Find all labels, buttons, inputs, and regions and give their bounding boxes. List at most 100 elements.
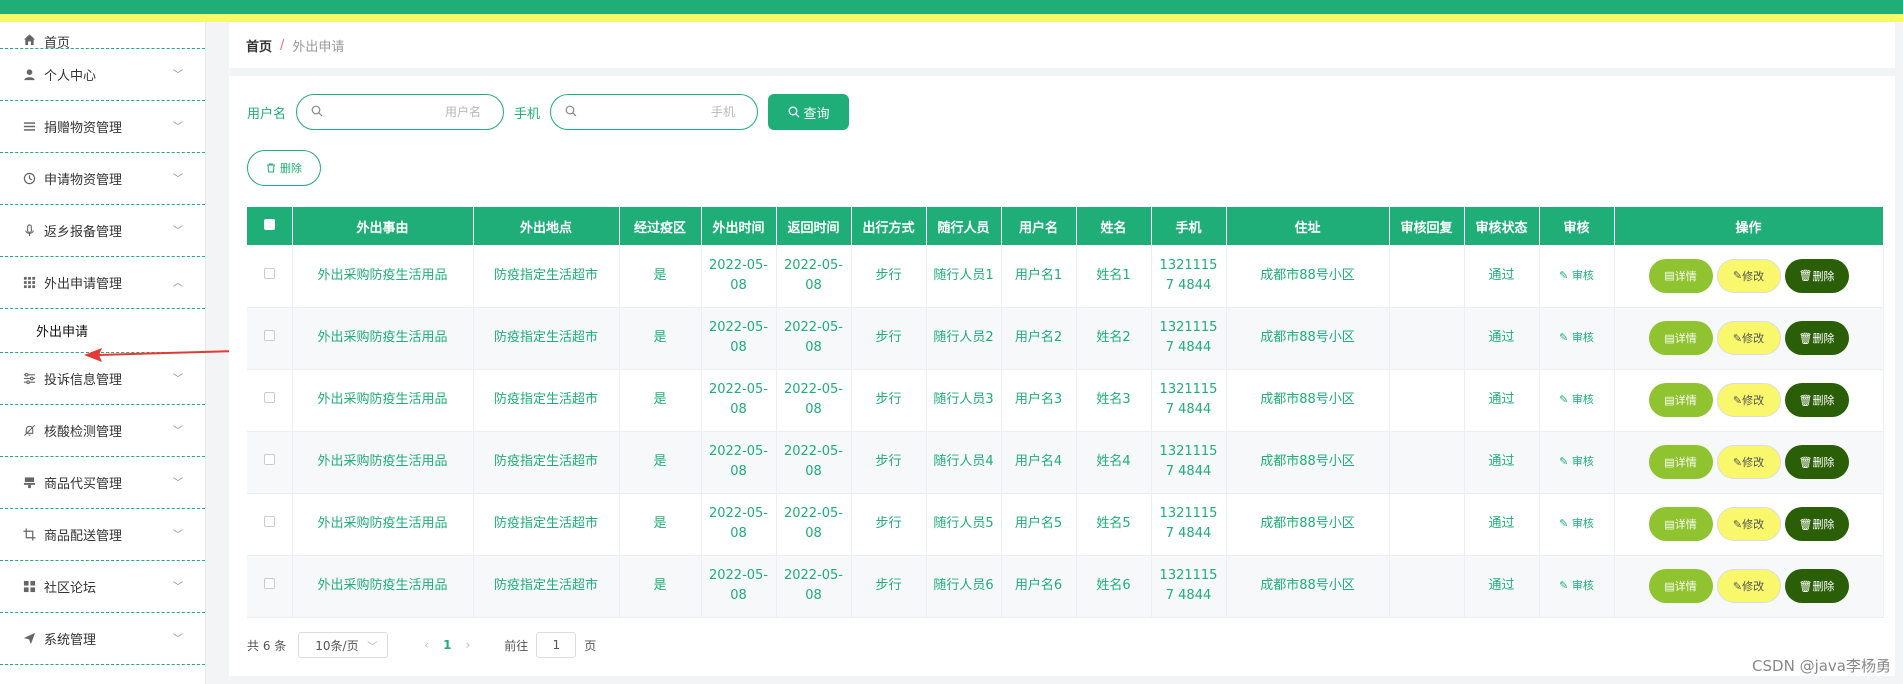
search-icon <box>565 105 577 120</box>
delete-button[interactable]: 🗑 删除 <box>1784 445 1849 479</box>
phone-search-input[interactable] <box>577 105 744 119</box>
row-checkbox[interactable] <box>263 330 275 341</box>
sidebar-item-return-report[interactable]: 返乡报备管理 ﹀ <box>0 205 205 257</box>
delete-button[interactable]: 🗑 删除 <box>1784 321 1849 355</box>
cell-zone: 是 <box>619 493 702 556</box>
sidebar-item-nucleic-test[interactable]: 核酸检测管理 ﹀ <box>0 405 205 457</box>
sidebar-item-home[interactable]: 首页 <box>0 22 205 51</box>
pagination-total: 共 6 条 <box>247 638 287 653</box>
delete-button[interactable]: 🗑 删除 <box>1784 507 1849 541</box>
sidebar-item-apply-supplies[interactable]: 申请物资管理 ﹀ <box>0 153 205 205</box>
cell-address: 成都市88号小区 <box>1226 307 1390 370</box>
delete-button[interactable]: 🗑 删除 <box>1784 383 1849 417</box>
column-header: 出行方式 <box>851 207 927 245</box>
cell-name: 姓名3 <box>1076 369 1152 432</box>
delete-button[interactable]: 🗑 删除 <box>1784 569 1849 603</box>
cell-actions: ▤ 详情 ✎ 修改 🗑 删除 <box>1614 555 1884 618</box>
sidebar-item-delivery[interactable]: 商品配送管理 ﹀ <box>0 509 205 561</box>
sidebar-item-donation[interactable]: 捐赠物资管理 ﹀ <box>0 101 205 153</box>
sidebar-item-system[interactable]: 系统管理 ﹀ <box>0 613 205 665</box>
watermark: CSDN @java李杨勇 <box>1752 657 1891 675</box>
column-header: 手机 <box>1151 207 1227 245</box>
edit-button[interactable]: ✎ 修改 <box>1716 321 1781 355</box>
cell-audit: ✎ 审核 <box>1539 245 1615 308</box>
pencil-icon: ✎ <box>1732 518 1743 531</box>
breadcrumb-current: 外出申请 <box>292 39 345 55</box>
page-number-current[interactable]: 1 <box>443 638 451 652</box>
cell-out: 2022-05-08 <box>701 369 777 432</box>
cell-reply <box>1389 555 1465 618</box>
row-checkbox[interactable] <box>263 267 275 279</box>
cell-mode: 步行 <box>851 555 927 618</box>
audit-link[interactable]: ✎ 审核 <box>1559 517 1594 530</box>
cell-back: 2022-05-08 <box>776 245 852 308</box>
clock-icon <box>22 172 36 186</box>
page-size-select[interactable]: 10条/页 ﹀ <box>298 632 389 658</box>
detail-button[interactable]: ▤ 详情 <box>1648 383 1713 417</box>
cell-phone: 13211157 4844 <box>1151 245 1227 308</box>
prev-page-icon[interactable]: ‹ <box>424 638 429 652</box>
chevron-down-icon: ﹀ <box>173 373 183 385</box>
breadcrumb-separator: / <box>280 37 285 53</box>
audit-label: 审核 <box>1571 331 1594 344</box>
column-header: 外出事由 <box>292 207 474 245</box>
query-button[interactable]: 查询 <box>768 94 850 130</box>
pencil-icon: ✎ <box>1732 270 1743 283</box>
cell-name: 姓名2 <box>1076 307 1152 370</box>
cell-name: 姓名1 <box>1076 245 1152 308</box>
cell-status: 通过 <box>1464 431 1540 494</box>
row-checkbox[interactable] <box>263 578 275 589</box>
sidebar-item-outing-management[interactable]: 外出申请管理 ︿ <box>0 257 205 309</box>
chevron-down-icon: ﹀ <box>173 581 183 593</box>
row-checkbox[interactable] <box>263 392 275 403</box>
trash-icon: 🗑 <box>1798 394 1813 407</box>
next-page-icon[interactable]: › <box>465 638 470 652</box>
outing-table: 外出事由 外出地点 经过疫区 外出时间 返回时间 出行方式 随行人员 用户名 姓… <box>247 207 1884 618</box>
edit-button[interactable]: ✎ 修改 <box>1716 507 1781 541</box>
sidebar-item-personal-center[interactable]: 个人中心 ﹀ <box>0 49 205 101</box>
row-checkbox[interactable] <box>263 516 275 527</box>
doc-icon: ▤ <box>1664 332 1675 345</box>
delete-label: 删除 <box>1812 581 1835 593</box>
row-checkbox[interactable] <box>263 454 275 465</box>
detail-button[interactable]: ▤ 详情 <box>1648 258 1713 293</box>
row-select-cell <box>247 369 293 432</box>
goto-page-input[interactable]: 1 <box>536 632 577 658</box>
list-icon <box>22 120 36 134</box>
sidebar-item-label: 系统管理 <box>44 633 97 648</box>
audit-link[interactable]: ✎ 审核 <box>1559 579 1594 592</box>
audit-link[interactable]: ✎ 审核 <box>1559 269 1594 282</box>
trash-icon: 🗑 <box>1798 580 1813 593</box>
sidebar-item-forum[interactable]: 社区论坛 ﹀ <box>0 561 205 613</box>
edit-button[interactable]: ✎ 修改 <box>1716 258 1781 293</box>
delete-button[interactable]: 🗑 删除 <box>1784 258 1849 293</box>
breadcrumb-home[interactable]: 首页 <box>246 36 272 55</box>
delete-label: 删除 <box>1812 270 1835 283</box>
edit-button[interactable]: ✎ 修改 <box>1716 445 1781 479</box>
sliders-icon <box>22 372 36 386</box>
select-all-checkbox[interactable] <box>263 218 275 230</box>
trash-icon <box>267 163 275 173</box>
detail-button[interactable]: ▤ 详情 <box>1648 445 1713 479</box>
table-row: 外出采购防疫生活用品 防疫指定生活超市是 2022-05-08 2022-05-08 步… <box>247 245 1884 308</box>
sidebar-item-label: 核酸检测管理 <box>44 425 123 440</box>
detail-button[interactable]: ▤ 详情 <box>1648 321 1713 355</box>
cell-username: 用户名2 <box>1001 307 1077 370</box>
cell-actions: ▤ 详情 ✎ 修改 🗑 删除 <box>1614 245 1884 308</box>
edit-button[interactable]: ✎ 修改 <box>1716 569 1781 603</box>
chevron-up-icon: ︿ <box>173 277 183 289</box>
username-search-input[interactable] <box>323 105 490 119</box>
audit-label: 审核 <box>1571 268 1594 282</box>
cell-companion: 随行人员2 <box>926 307 1002 370</box>
sidebar-item-proxy-purchase[interactable]: 商品代买管理 ﹀ <box>0 457 205 509</box>
detail-button[interactable]: ▤ 详情 <box>1648 507 1713 541</box>
sidebar-item-label: 返乡报备管理 <box>44 225 123 240</box>
audit-link[interactable]: ✎ 审核 <box>1559 455 1594 468</box>
audit-link[interactable]: ✎ 审核 <box>1559 331 1594 344</box>
detail-button[interactable]: ▤ 详情 <box>1648 569 1713 603</box>
column-header: 经过疫区 <box>619 207 702 245</box>
edit-button[interactable]: ✎ 修改 <box>1716 383 1781 417</box>
cell-out: 2022-05-08 <box>701 245 777 308</box>
audit-link[interactable]: ✎ 审核 <box>1559 393 1594 406</box>
batch-delete-button[interactable]: 删除 <box>247 150 321 186</box>
